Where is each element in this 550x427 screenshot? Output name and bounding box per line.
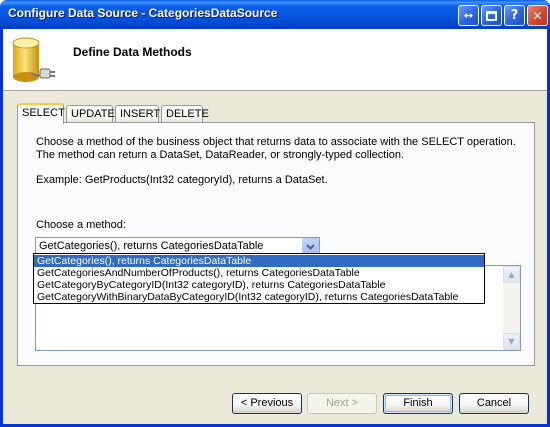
close-button[interactable]: ✕ <box>527 5 548 26</box>
chevron-down-icon <box>306 243 315 250</box>
select-tab-panel: Choose a method of the business object t… <box>17 122 535 366</box>
window-title: Configure Data Source - CategoriesDataSo… <box>8 6 278 20</box>
help-button[interactable]: ? <box>504 5 525 26</box>
next-button[interactable]: Next > <box>307 393 377 414</box>
scroll-down-arrow[interactable]: ▼ <box>503 333 520 350</box>
tab-update[interactable]: UPDATE <box>66 105 115 123</box>
method-description: Choose a method of the business object t… <box>36 136 516 161</box>
method-option[interactable]: GetCategoriesAndNumberOfProducts(), retu… <box>34 267 484 279</box>
vertical-scrollbar[interactable]: ▲ ▼ <box>503 266 520 350</box>
example-text: Example: GetProducts(Int32 categoryId), … <box>36 174 328 186</box>
tab-delete[interactable]: DELETE <box>161 105 209 123</box>
restore-icon: ↔ <box>463 9 474 22</box>
finish-button[interactable]: Finish <box>383 393 453 414</box>
scroll-up-arrow[interactable]: ▲ <box>503 266 520 283</box>
help-icon: ? <box>510 8 519 23</box>
tab-select[interactable]: SELECT <box>17 103 65 124</box>
close-icon: ✕ <box>532 8 543 23</box>
method-combobox-value: GetCategories(), returns CategoriesDataT… <box>39 240 264 252</box>
cancel-button[interactable]: Cancel <box>459 393 529 414</box>
page-title: Define Data Methods <box>73 45 192 59</box>
dialog-client-area: Define Data Methods SELECT UPDATE INSERT… <box>3 29 547 424</box>
title-bar[interactable]: Configure Data Source - CategoriesDataSo… <box>0 0 550 29</box>
method-option[interactable]: GetCategoryWithBinaryDataByCategoryID(In… <box>34 291 484 303</box>
method-option[interactable]: GetCategoryByCategoryID(Int32 categoryID… <box>34 279 484 291</box>
scroll-up-icon: ▲ <box>508 270 515 279</box>
method-option[interactable]: GetCategories(), returns CategoriesDataT… <box>34 255 484 267</box>
wizard-header: Define Data Methods <box>3 29 547 91</box>
scroll-down-icon: ▼ <box>508 337 515 346</box>
choose-method-label: Choose a method: <box>36 219 126 231</box>
restore-button[interactable]: ↔ <box>458 5 479 26</box>
previous-button[interactable]: < Previous <box>232 393 302 414</box>
dialog-window: Configure Data Source - CategoriesDataSo… <box>0 0 550 427</box>
tab-insert[interactable]: INSERT <box>115 105 160 123</box>
window-layout-button[interactable] <box>481 5 502 26</box>
method-dropdown-list[interactable]: GetCategories(), returns CategoriesDataT… <box>33 253 485 304</box>
window-layout-icon <box>486 10 497 21</box>
database-plug-icon <box>12 37 55 82</box>
